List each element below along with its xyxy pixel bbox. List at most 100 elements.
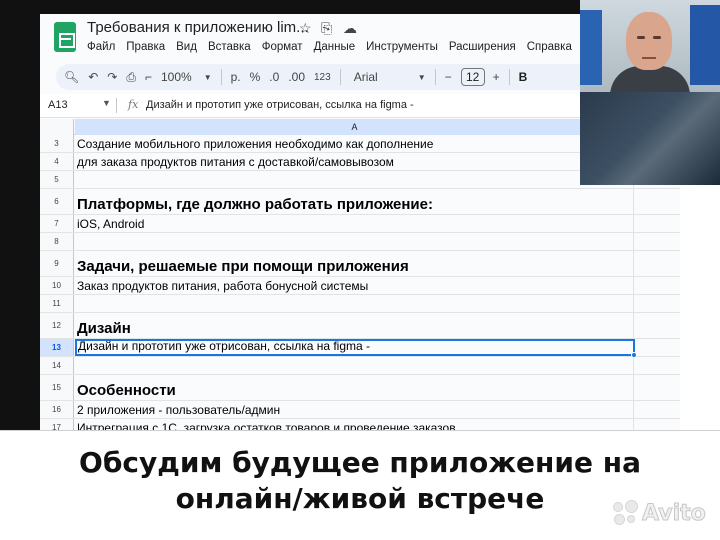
row-number[interactable]: 16 — [40, 401, 74, 418]
number-format-button[interactable]: 123 — [314, 72, 331, 83]
cell[interactable]: Задачи, решаемые при помощи приложения — [76, 251, 634, 276]
menu-help[interactable]: Справка — [527, 41, 572, 53]
eye — [637, 36, 645, 39]
cell[interactable]: Платформы, где должно работать приложени… — [76, 189, 634, 214]
row-number[interactable]: 15 — [40, 375, 74, 400]
toolbar-divider — [434, 69, 436, 85]
cell-text: Заказ продуктов питания, работа бонусной… — [77, 279, 369, 293]
cell[interactable]: Интреграция с 1С, загрузка остатков това… — [76, 419, 634, 430]
undo-icon[interactable]: ↶ — [88, 70, 98, 84]
chevron-down-icon[interactable]: ▼ — [102, 98, 111, 108]
move-folder-icon[interactable]: ⎘ — [321, 20, 332, 37]
top-black-border — [40, 0, 580, 14]
row-number[interactable]: 4 — [40, 153, 74, 170]
table-row: 10 Заказ продуктов питания, работа бонусн… — [40, 277, 680, 295]
person-face — [626, 12, 672, 70]
column-header-a[interactable]: A — [75, 119, 635, 135]
webcam-video-top — [580, 0, 720, 96]
webcam-overlay — [580, 0, 720, 185]
toolbar-divider — [339, 69, 341, 85]
table-row: 9 Задачи, решаемые при помощи приложения — [40, 251, 680, 277]
avito-watermark: Avito — [613, 500, 706, 526]
row-number[interactable]: 6 — [40, 189, 74, 214]
table-row: 7 iOS, Android — [40, 215, 680, 233]
cell-text: Особенности — [77, 382, 176, 399]
star-icon[interactable]: ☆ — [299, 20, 312, 37]
eye — [653, 36, 661, 39]
cell[interactable] — [76, 233, 634, 250]
cell[interactable] — [76, 357, 634, 374]
redo-icon[interactable]: ↷ — [107, 70, 117, 84]
caption-banner: Обсудим будущее приложение на онлайн/жив… — [0, 430, 720, 540]
cell-text: Дизайн и прототип уже отрисован, ссылка … — [78, 339, 371, 353]
font-select[interactable]: Arial — [350, 70, 408, 84]
toolbar-divider — [508, 69, 510, 85]
decrease-decimal-button[interactable]: .0 — [269, 70, 279, 84]
row-number[interactable]: 17 — [40, 419, 74, 430]
background-cabinet — [580, 10, 602, 85]
avito-watermark-text: Avito — [642, 500, 707, 526]
cell[interactable]: Заказ продуктов питания, работа бонусной… — [76, 277, 634, 294]
cell[interactable]: 2 приложения - пользователь/админ — [76, 401, 634, 418]
cell-text: Задачи, решаемые при помощи приложения — [77, 258, 409, 275]
row-number[interactable]: 14 — [40, 357, 74, 374]
cell[interactable]: iOS, Android — [76, 215, 634, 232]
decrease-font-size-button[interactable]: − — [445, 70, 452, 84]
row-number[interactable]: 9 — [40, 251, 74, 276]
chevron-down-icon[interactable]: ▼ — [204, 73, 212, 82]
search-icon[interactable]: 🔍︎ — [64, 70, 79, 84]
row-number[interactable]: 3 — [40, 135, 74, 152]
menu-format[interactable]: Формат — [262, 41, 303, 53]
cell-text: Платформы, где должно работать приложени… — [77, 196, 433, 213]
menu-edit[interactable]: Правка — [126, 41, 165, 53]
cell[interactable]: Создание мобильного приложения необходим… — [76, 135, 634, 152]
function-icon: fx — [128, 98, 139, 111]
menu-file[interactable]: Файл — [87, 41, 115, 53]
table-row: 17 Интреграция с 1С, загрузка остатков то… — [40, 419, 680, 430]
menu-view[interactable]: Вид — [176, 41, 197, 53]
bold-button[interactable]: B — [519, 70, 528, 84]
select-all-corner[interactable] — [40, 119, 74, 135]
chevron-down-icon[interactable]: ▼ — [418, 73, 426, 82]
sheets-logo-icon[interactable] — [54, 22, 76, 52]
cell-text: для заказа продуктов питания с доставкой… — [77, 155, 394, 169]
increase-decimal-button[interactable]: .00 — [288, 70, 305, 84]
paint-format-icon[interactable]: ⌐ — [145, 70, 152, 84]
formula-input[interactable]: Дизайн и прототип уже отрисован, ссылка … — [146, 99, 414, 111]
cell[interactable] — [76, 171, 634, 188]
row-number[interactable]: 11 — [40, 295, 74, 312]
table-row: 15 Особенности — [40, 375, 680, 401]
row-number[interactable]: 13 — [40, 339, 74, 356]
row-number[interactable]: 12 — [40, 313, 74, 338]
document-title[interactable]: Требования к приложению lim... — [87, 19, 309, 36]
zoom-select[interactable]: 100% — [161, 70, 192, 84]
name-box[interactable]: A13 — [48, 99, 68, 111]
percent-format-button[interactable]: % — [250, 70, 261, 84]
formula-divider — [116, 98, 117, 113]
row-number[interactable]: 5 — [40, 171, 74, 188]
row-number[interactable]: 10 — [40, 277, 74, 294]
mouth — [642, 57, 656, 59]
increase-font-size-button[interactable]: + — [493, 70, 500, 84]
selected-cell[interactable]: Дизайн и прототип уже отрисован, ссылка … — [75, 339, 637, 358]
menu-data[interactable]: Данные — [314, 41, 356, 53]
cell[interactable]: Особенности — [76, 375, 634, 400]
print-icon[interactable]: ⎙ — [126, 70, 136, 85]
row-number[interactable]: 8 — [40, 233, 74, 250]
cloud-status-icon[interactable]: ☁ — [343, 20, 357, 37]
menu-extensions[interactable]: Расширения — [449, 41, 516, 53]
menu-bar: Файл Правка Вид Вставка Формат Данные Ин… — [87, 41, 572, 53]
cell-text: Создание мобильного приложения необходим… — [77, 137, 434, 151]
row-number[interactable]: 7 — [40, 215, 74, 232]
menu-insert[interactable]: Вставка — [208, 41, 251, 53]
cell[interactable] — [76, 295, 634, 312]
cell-text: Интреграция с 1С, загрузка остатков това… — [77, 421, 456, 430]
table-row: 6 Платформы, где должно работать приложен… — [40, 189, 680, 215]
currency-format-button[interactable]: р. — [231, 70, 241, 84]
table-row: 13 Дизайн и прототип уже отрисован, ссылк… — [40, 339, 680, 358]
menu-tools[interactable]: Инструменты — [366, 41, 438, 53]
table-row: 8 — [40, 233, 680, 251]
cell[interactable]: Дизайн — [76, 313, 634, 338]
font-size-input[interactable]: 12 — [460, 68, 485, 86]
cell[interactable]: для заказа продуктов питания с доставкой… — [76, 153, 634, 170]
